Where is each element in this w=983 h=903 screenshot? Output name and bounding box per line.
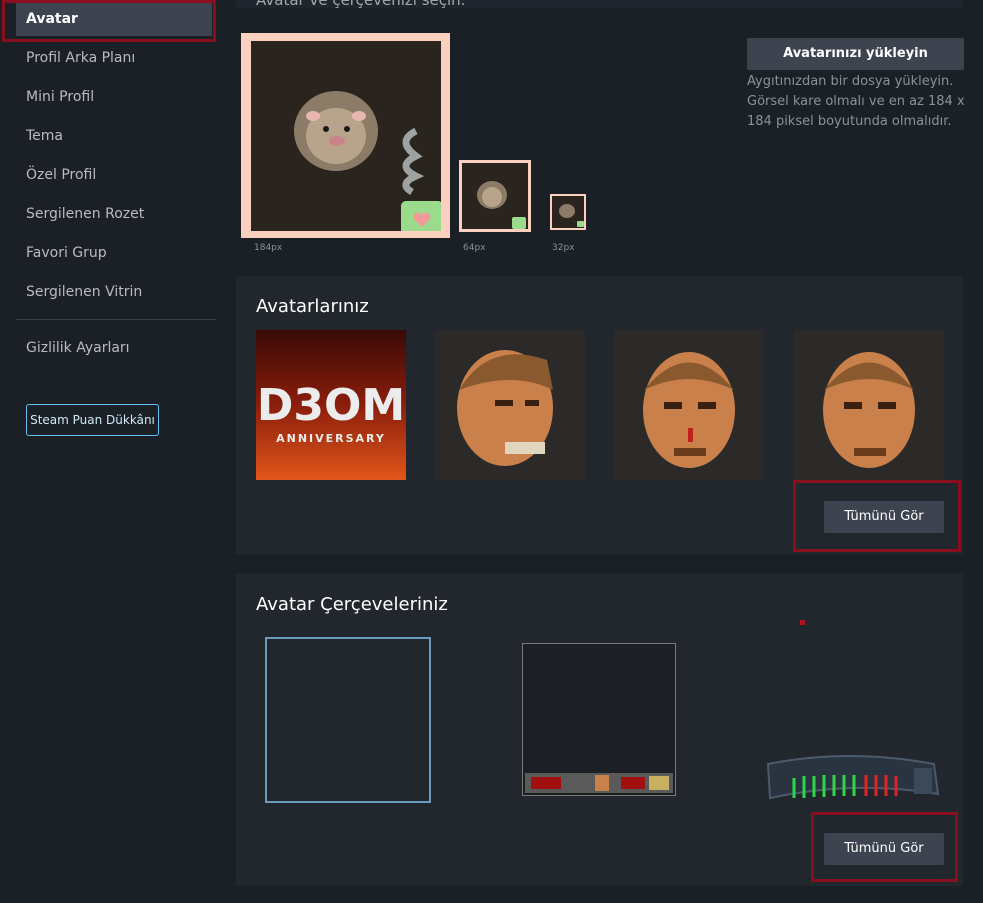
avatar-thumb-doomguy-bloody[interactable]: [614, 330, 764, 480]
upload-avatar-button[interactable]: Avatarınızı yükleyin: [747, 38, 964, 70]
frame-thumb-blue[interactable]: [265, 637, 431, 803]
sidebar-item-privacy-settings[interactable]: Gizlilik Ayarları: [16, 331, 212, 365]
hedgehog-avatar-tiny-icon: [559, 204, 584, 227]
doom-hud-bar: [525, 773, 673, 793]
size-label-64: 64px: [463, 243, 486, 253]
avatar-thumb-doomguy-side[interactable]: [435, 330, 585, 480]
avatar-preview-32: [550, 194, 586, 230]
sidebar-item-featured-showcase[interactable]: Sergilenen Vitrin: [16, 275, 212, 309]
see-all-frames-button[interactable]: Tümünü Gör: [824, 833, 944, 865]
hedgehog-avatar-small-icon: [477, 181, 526, 229]
size-label-184: 184px: [254, 243, 283, 253]
avatars-panel-title: Avatarlarınız: [256, 296, 369, 317]
avatar-preview-184: [241, 33, 450, 241]
sidebar-item-favorite-group[interactable]: Favori Grup: [16, 236, 212, 270]
doomguy-face-front-icon: [794, 330, 944, 480]
avatar-thumb-doom-logo[interactable]: D3OM ANNIVERSARY: [256, 330, 406, 480]
sidebar-item-mini-profile[interactable]: Mini Profil: [16, 80, 212, 114]
sidebar-divider: [16, 319, 216, 320]
sidebar-item-featured-badge[interactable]: Sergilenen Rozet: [16, 197, 212, 231]
sidebar-item-theme[interactable]: Tema: [16, 119, 212, 153]
see-all-avatars-button[interactable]: Tümünü Gör: [824, 501, 944, 533]
doom-hud-icon: [531, 775, 669, 791]
avatar-frames-panel-title: Avatar Çerçeveleriniz: [256, 594, 448, 615]
sidebar-item-profile-background[interactable]: Profil Arka Planı: [16, 41, 212, 75]
doomguy-face-side-icon: [435, 330, 585, 480]
points-shop-button[interactable]: Steam Puan Dükkânı: [26, 404, 159, 436]
red-dot-marker: [800, 620, 805, 625]
avatar-thumb-doomguy-front[interactable]: [794, 330, 944, 480]
upload-description: Aygıtınızdan bir dosya yükleyin. Görsel …: [747, 74, 965, 129]
doom-sub-text: ANNIVERSARY: [276, 432, 386, 445]
doomguy-face-bloody-icon: [614, 330, 764, 480]
sidebar: Avatar Profil Arka Planı Mini Profil Tem…: [0, 0, 226, 903]
hedgehog-avatar-icon: [294, 91, 443, 241]
tech-frame-band-icon: [766, 755, 940, 800]
sidebar-item-avatar[interactable]: Avatar: [16, 2, 212, 36]
avatar-preview-64: [459, 160, 531, 232]
doom-logo-text: D3OM: [257, 380, 405, 431]
sidebar-item-special-profile[interactable]: Özel Profil: [16, 158, 212, 192]
frame-thumb-doom-hud[interactable]: [522, 643, 676, 796]
size-label-32: 32px: [552, 243, 575, 253]
section-subtitle: Avatar ve çerçevenizi seçin.: [256, 0, 466, 9]
doom-anniversary-logo-icon: D3OM ANNIVERSARY: [256, 330, 406, 480]
